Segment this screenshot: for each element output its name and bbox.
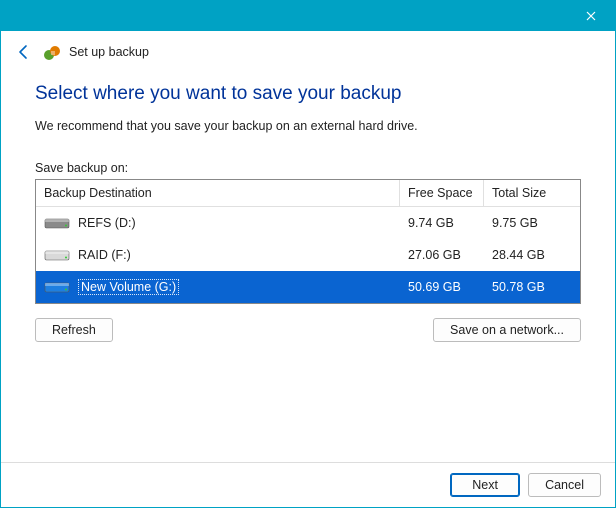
wizard-window: Set up backup Select where you want to s… [0, 0, 616, 508]
close-button[interactable] [575, 4, 607, 28]
cell-destination: RAID (F:) [36, 247, 400, 263]
next-button[interactable]: Next [450, 473, 520, 497]
table-row[interactable]: REFS (D:) 9.74 GB9.75 GB [36, 207, 580, 239]
table-body: REFS (D:) 9.74 GB9.75 GB RAID (F:) 27.06 G… [36, 207, 580, 303]
col-header-free[interactable]: Free Space [400, 180, 484, 206]
refresh-button[interactable]: Refresh [35, 318, 113, 342]
close-icon [586, 11, 596, 21]
cell-destination: New Volume (G:) [36, 279, 400, 295]
cell-total-size: 50.78 GB [484, 280, 580, 294]
cell-total-size: 28.44 GB [484, 248, 580, 262]
destinations-table: Backup Destination Free Space Total Size… [35, 179, 581, 304]
drive-label: New Volume (G:) [78, 279, 179, 295]
recommend-text: We recommend that you save your backup o… [35, 119, 581, 133]
save-on-network-button[interactable]: Save on a network... [433, 318, 581, 342]
back-arrow-icon [16, 44, 32, 60]
cell-free-space: 9.74 GB [400, 216, 484, 230]
cell-destination: REFS (D:) [36, 215, 400, 231]
footer: Next Cancel [1, 462, 615, 507]
table-row[interactable]: New Volume (G:) 50.69 GB50.78 GB [36, 271, 580, 303]
window-title: Set up backup [69, 45, 149, 59]
table-row[interactable]: RAID (F:) 27.06 GB28.44 GB [36, 239, 580, 271]
cancel-button[interactable]: Cancel [528, 473, 601, 497]
save-on-label: Save backup on: [35, 161, 581, 175]
drive-icon [44, 279, 70, 295]
drive-label: RAID (F:) [78, 248, 131, 262]
content: Select where you want to save your backu… [1, 69, 615, 462]
drive-label: REFS (D:) [78, 216, 136, 230]
cell-free-space: 50.69 GB [400, 280, 484, 294]
drive-icon [44, 247, 70, 263]
backup-app-icon [43, 43, 61, 61]
header: Set up backup [1, 31, 615, 69]
cell-free-space: 27.06 GB [400, 248, 484, 262]
col-header-destination[interactable]: Backup Destination [36, 180, 400, 206]
buttons-row: Refresh Save on a network... [35, 318, 581, 342]
table-header: Backup Destination Free Space Total Size [36, 180, 580, 207]
page-heading: Select where you want to save your backu… [35, 83, 581, 105]
cell-total-size: 9.75 GB [484, 216, 580, 230]
titlebar [1, 1, 615, 31]
back-button[interactable] [13, 41, 35, 63]
col-header-total[interactable]: Total Size [484, 180, 580, 206]
drive-icon [44, 215, 70, 231]
